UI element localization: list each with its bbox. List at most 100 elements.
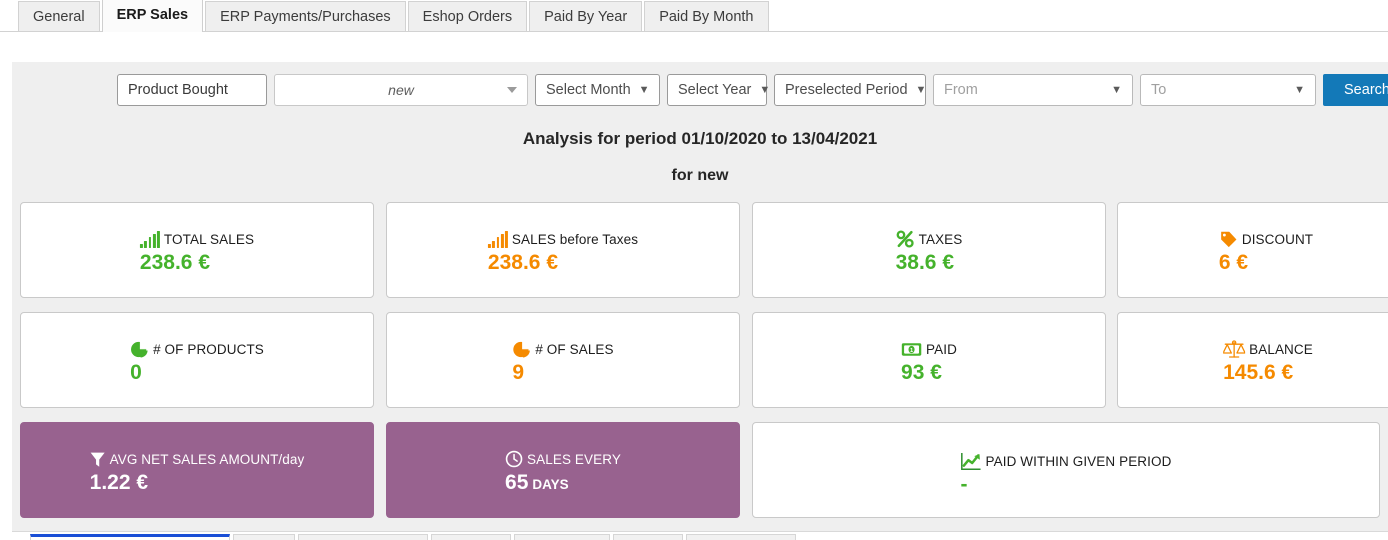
secondary-tab-4[interactable]: [431, 534, 511, 540]
card-label: AVG NET SALES AMOUNT/day: [109, 451, 305, 467]
card-header: # OF SALES: [512, 339, 614, 359]
select-year-value: Select Year: [678, 82, 752, 98]
card-label: SALES before Taxes: [511, 231, 639, 247]
secondary-tab-2[interactable]: [233, 534, 295, 540]
pie-chart-icon: [512, 340, 531, 359]
card-value: 238.6 €: [487, 251, 559, 274]
tab-erp-sales[interactable]: ERP Sales: [101, 0, 204, 32]
tab-erp-payments-purchases[interactable]: ERP Payments/Purchases: [205, 1, 406, 31]
card-value: 6 €: [1218, 251, 1249, 274]
card-label: DISCOUNT: [1241, 231, 1314, 247]
card-content: # OF SALES 9: [512, 339, 614, 385]
tab-eshop-orders[interactable]: Eshop Orders: [407, 1, 528, 31]
chevron-down-icon: [507, 87, 517, 93]
product-bought-value: Product Bought: [128, 82, 228, 98]
stat-card-sales-every[interactable]: SALES EVERY 65 DAYS: [386, 422, 740, 518]
tab-label: ERP Sales: [116, 7, 189, 23]
secondary-tab-6[interactable]: [613, 534, 683, 540]
tab-label: ERP Payments/Purchases: [220, 9, 391, 25]
card-header: BALANCE: [1223, 339, 1313, 359]
tab-label: General: [33, 9, 85, 25]
card-content: 1 PAID 93 €: [901, 339, 957, 385]
secondary-tab-1[interactable]: [30, 534, 230, 540]
card-header: TOTAL SALES: [139, 229, 255, 249]
erp-sales-panel: Product Bought new Select Month ▼ Select…: [12, 62, 1388, 532]
tab-label: Paid By Month: [659, 9, 754, 25]
stat-card-number-of-products[interactable]: # OF PRODUCTS 0: [20, 312, 374, 408]
banknote-icon: 1: [901, 342, 922, 357]
stat-card-total-sales[interactable]: TOTAL SALES 238.6 €: [20, 202, 374, 298]
secondary-tab-3[interactable]: [298, 534, 428, 540]
tab-label: Eshop Orders: [422, 9, 513, 25]
product-bought-input[interactable]: Product Bought: [117, 74, 267, 106]
analysis-subject: for new: [671, 167, 729, 184]
card-header: # OF PRODUCTS: [130, 339, 264, 359]
stat-card-discount[interactable]: DISCOUNT 6 €: [1117, 202, 1388, 298]
stat-card-paid[interactable]: 1 PAID 93 €: [752, 312, 1106, 408]
card-value-wrap: 65 DAYS: [505, 471, 569, 497]
select-month-dropdown[interactable]: Select Month ▼: [535, 74, 660, 106]
to-date-placeholder: To: [1151, 82, 1167, 98]
pie-chart-icon: [130, 340, 149, 359]
search-button-label: Search: [1344, 82, 1388, 98]
main-tab-strip: General ERP Sales ERP Payments/Purchases…: [0, 0, 1388, 32]
preselected-period-dropdown[interactable]: Preselected Period ▼: [774, 74, 926, 106]
secondary-tab-7[interactable]: [686, 534, 796, 540]
card-content: BALANCE 145.6 €: [1223, 339, 1313, 385]
tab-paid-by-year[interactable]: Paid By Year: [529, 1, 643, 31]
select-month-value: Select Month: [546, 82, 631, 98]
customer-select[interactable]: new: [274, 74, 528, 106]
from-date-dropdown[interactable]: From ▼: [933, 74, 1133, 106]
stat-card-avg-net-sales-per-day[interactable]: AVG NET SALES AMOUNT/day 1.22 €: [20, 422, 374, 518]
stat-card-paid-within-given-period[interactable]: PAID WITHIN GIVEN PERIOD -: [752, 422, 1380, 518]
percent-icon: [896, 230, 915, 248]
card-value: -: [960, 473, 968, 496]
balance-scale-icon: [1223, 339, 1246, 359]
chevron-down-icon: ▼: [759, 83, 771, 96]
card-content: SALES EVERY 65 DAYS: [505, 449, 621, 497]
card-value: 93 €: [901, 361, 942, 384]
card-header: 1 PAID: [901, 339, 957, 359]
stat-card-number-of-sales[interactable]: # OF SALES 9: [386, 312, 740, 408]
from-date-placeholder: From: [944, 82, 978, 98]
clock-icon: [505, 450, 523, 468]
select-year-dropdown[interactable]: Select Year ▼: [667, 74, 771, 106]
card-label: # OF PRODUCTS: [153, 341, 264, 357]
secondary-tab-strip: [12, 534, 1388, 540]
card-content: # OF PRODUCTS 0: [130, 339, 264, 385]
card-content: TAXES 38.6 €: [896, 229, 963, 275]
chevron-down-icon: ▼: [915, 83, 927, 96]
tab-paid-by-month[interactable]: Paid By Month: [644, 1, 769, 31]
card-label: PAID: [926, 341, 957, 357]
card-label: SALES EVERY: [527, 451, 621, 467]
stat-card-sales-before-taxes[interactable]: SALES before Taxes 238.6 €: [386, 202, 740, 298]
to-date-dropdown[interactable]: To ▼: [1140, 74, 1316, 106]
search-button[interactable]: Search: [1323, 74, 1388, 106]
card-content: PAID WITHIN GIVEN PERIOD -: [961, 451, 1172, 497]
card-value: 145.6 €: [1223, 361, 1294, 384]
card-value: 9: [512, 361, 525, 384]
chevron-down-icon: ▼: [1111, 83, 1122, 96]
card-label: TOTAL SALES: [163, 231, 255, 247]
trend-up-icon: [961, 452, 982, 471]
card-label: # OF SALES: [535, 341, 614, 357]
card-label: PAID WITHIN GIVEN PERIOD: [985, 453, 1172, 469]
analysis-period-title: Analysis for period 01/10/2020 to 13/04/…: [522, 129, 878, 148]
card-header: DISCOUNT: [1219, 229, 1313, 249]
secondary-tab-5[interactable]: [514, 534, 610, 540]
card-value-unit: DAYS: [532, 477, 569, 492]
panel-bottom-divider: [12, 531, 1388, 532]
card-header: SALES EVERY: [505, 449, 621, 469]
preselected-period-value: Preselected Period: [785, 82, 908, 98]
chevron-down-icon: ▼: [1294, 83, 1305, 96]
card-label: BALANCE: [1249, 341, 1313, 357]
chevron-down-icon: ▼: [638, 83, 650, 96]
stat-card-balance[interactable]: BALANCE 145.6 €: [1117, 312, 1388, 408]
card-value: 1.22 €: [89, 471, 149, 494]
card-header: TAXES: [896, 229, 963, 249]
tab-general[interactable]: General: [18, 1, 100, 31]
tab-label: Paid By Year: [544, 9, 628, 25]
stat-card-taxes[interactable]: TAXES 38.6 €: [752, 202, 1106, 298]
customer-select-value: new: [388, 82, 414, 98]
card-header: SALES before Taxes: [487, 229, 639, 249]
